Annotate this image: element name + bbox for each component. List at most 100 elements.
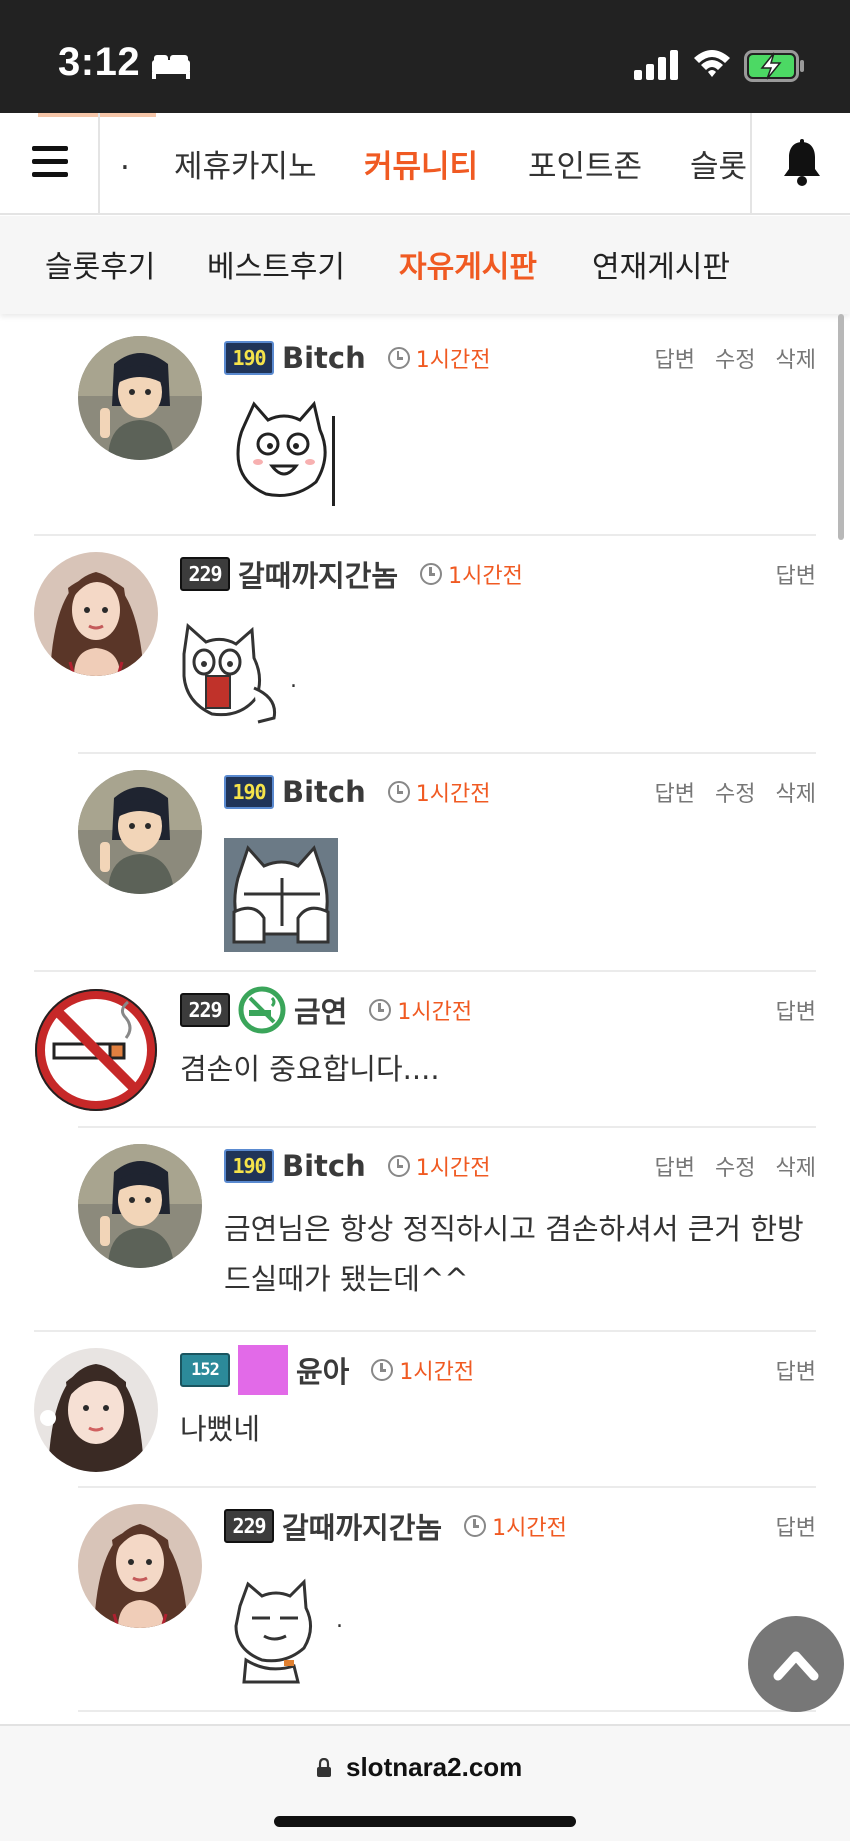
- delete-button[interactable]: 삭제: [776, 1150, 816, 1182]
- reply-button[interactable]: 답변: [655, 342, 695, 374]
- url-text[interactable]: slotnara2.com: [346, 1752, 522, 1783]
- comment-actions: 답변 수정 삭제: [655, 1146, 816, 1186]
- comment-time: 1시간전: [415, 348, 491, 373]
- avatar[interactable]: [78, 1144, 202, 1268]
- comment-meta: 190 Bitch 1시간전: [224, 1146, 490, 1186]
- comment-text: 겸손이 중요합니다....: [180, 1052, 440, 1086]
- cat-smug-sticker: [234, 1578, 312, 1684]
- comment-actions: 답변 수정 삭제: [655, 772, 816, 812]
- reply-button[interactable]: 답변: [776, 994, 816, 1026]
- scroll-to-top-button[interactable]: [748, 1616, 844, 1712]
- hamburger-menu-button[interactable]: [0, 113, 100, 213]
- nav-scroll-area[interactable]: . 제휴카지노 커뮤니티 포인트존 슬롯: [102, 113, 750, 213]
- delete-button[interactable]: 삭제: [776, 342, 816, 374]
- comment-actions: 답변 수정 삭제: [655, 338, 816, 378]
- comment-item: 190 Bitch 1시간전 답변 수정 삭제: [78, 752, 816, 970]
- comment-time: 1시간전: [492, 1516, 567, 1541]
- comment-time: 1시간전: [415, 1156, 491, 1181]
- hamburger-icon: [32, 146, 68, 151]
- board-tabs: 슬롯후기 베스트후기 자유게시판 연재게시판: [0, 216, 850, 314]
- reply-button[interactable]: 답변: [655, 776, 695, 808]
- comment-item: 190 Bitch 1시간전 답변 수정 삭제: [78, 316, 816, 534]
- clock-icon: [464, 1515, 487, 1537]
- sleep-mode-icon: [152, 55, 190, 79]
- comment-list: 190 Bitch 1시간전 답변 수정 삭제 229 갈때까지간놈 1시간전 …: [0, 314, 850, 1724]
- comment-meta: 190 Bitch 1시간전: [224, 338, 490, 378]
- comment-trailing-text: .: [336, 1608, 343, 1633]
- comment-trailing-text: .: [290, 668, 297, 693]
- author-name[interactable]: 금연: [294, 989, 347, 1031]
- clock-icon: [371, 1359, 394, 1381]
- delete-button[interactable]: 삭제: [776, 776, 816, 808]
- nav-item-partial[interactable]: .: [120, 141, 130, 177]
- comment-item: 190 Bitch 1시간전 답변 수정 삭제 금연님은 항상 정직하시고 겸손…: [78, 1126, 816, 1330]
- avatar[interactable]: [34, 552, 158, 676]
- cat-laughing-sticker: [236, 400, 335, 506]
- wifi-icon: [694, 50, 730, 77]
- avatar[interactable]: [78, 770, 202, 894]
- comment-actions: 답변: [776, 1506, 816, 1546]
- edit-button[interactable]: 수정: [715, 342, 755, 374]
- status-bar: 3:12: [0, 0, 850, 113]
- author-name[interactable]: 윤아: [296, 1349, 349, 1391]
- edit-button[interactable]: 수정: [715, 1150, 755, 1182]
- avatar[interactable]: [34, 1348, 158, 1472]
- comment-time: 1시간전: [397, 1000, 473, 1025]
- comment-text-line: 드실때가 됐는데^^: [224, 1262, 469, 1296]
- comment-actions: 답변: [776, 990, 816, 1030]
- author-name[interactable]: 갈때까지간놈: [282, 1505, 442, 1547]
- comment-divider: [78, 1710, 816, 1724]
- battery-charging-icon: [744, 50, 804, 82]
- home-indicator[interactable]: [274, 1816, 576, 1827]
- comment-text: 나뻤네: [180, 1412, 261, 1446]
- bell-icon: [784, 139, 820, 186]
- comment-time: 1시간전: [415, 782, 491, 807]
- nav-item-point-zone[interactable]: 포인트존: [528, 141, 642, 186]
- comment-item: 152 윤아 1시간전 답변 나뻤네: [34, 1330, 816, 1486]
- cellular-signal-icon: [634, 50, 678, 80]
- tab-slot-review[interactable]: 슬롯후기: [45, 242, 155, 286]
- author-name[interactable]: 갈때까지간놈: [238, 553, 398, 595]
- tab-serial-board[interactable]: 연재게시판: [592, 242, 730, 286]
- comment-time: 1시간전: [448, 564, 523, 589]
- nav-item-community[interactable]: 커뮤니티: [364, 141, 478, 186]
- author-name[interactable]: Bitch: [282, 341, 366, 375]
- level-badge: 190: [224, 775, 274, 809]
- avatar[interactable]: [78, 1504, 202, 1628]
- reply-button[interactable]: 답변: [776, 1354, 816, 1386]
- author-name[interactable]: Bitch: [282, 775, 366, 809]
- author-name[interactable]: Bitch: [282, 1149, 366, 1183]
- clock-icon: [387, 1155, 410, 1177]
- lock-icon: [317, 1758, 331, 1777]
- tab-best-review[interactable]: 베스트후기: [207, 242, 345, 286]
- avatar[interactable]: [34, 988, 158, 1112]
- comment-meta: 229 갈때까지간놈 1시간전: [180, 554, 523, 594]
- comment-item: 229 금연 1시간전 답변 겸손이 중요합니다....: [34, 970, 816, 1126]
- comment-meta: 229 갈때까지간놈 1시간전: [224, 1506, 567, 1546]
- clock-icon: [420, 563, 443, 585]
- level-badge: 229: [180, 993, 230, 1027]
- nav-item-partner-casino[interactable]: 제휴카지노: [174, 141, 317, 186]
- clock-icon: [387, 347, 410, 369]
- page-scrollbar[interactable]: [838, 314, 844, 540]
- reply-button[interactable]: 답변: [776, 1510, 816, 1542]
- nav-item-slot[interactable]: 슬롯: [690, 141, 747, 186]
- level-badge: 229: [180, 557, 230, 591]
- top-nav: . 제휴카지노 커뮤니티 포인트존 슬롯: [0, 113, 850, 215]
- clock-time: 3:12: [58, 40, 141, 84]
- tab-free-board[interactable]: 자유게시판: [399, 242, 537, 286]
- cat-holding-card-sticker: [182, 623, 277, 724]
- avatar[interactable]: [78, 336, 202, 460]
- clock-icon: [387, 781, 410, 803]
- clock-icon: [369, 999, 392, 1021]
- browser-url-bar[interactable]: slotnara2.com: [0, 1724, 850, 1841]
- level-badge: 229: [224, 1509, 274, 1543]
- reply-button[interactable]: 답변: [655, 1150, 695, 1182]
- edit-button[interactable]: 수정: [715, 776, 755, 808]
- comment-meta: 152 윤아 1시간전: [180, 1345, 474, 1395]
- comment-meta: 229 금연 1시간전: [180, 986, 473, 1034]
- reply-button[interactable]: 답변: [776, 558, 816, 590]
- comment-item: 229 갈때까지간놈 1시간전 답변 .: [34, 534, 816, 752]
- notification-button[interactable]: [750, 113, 850, 213]
- level-badge: 190: [224, 341, 274, 375]
